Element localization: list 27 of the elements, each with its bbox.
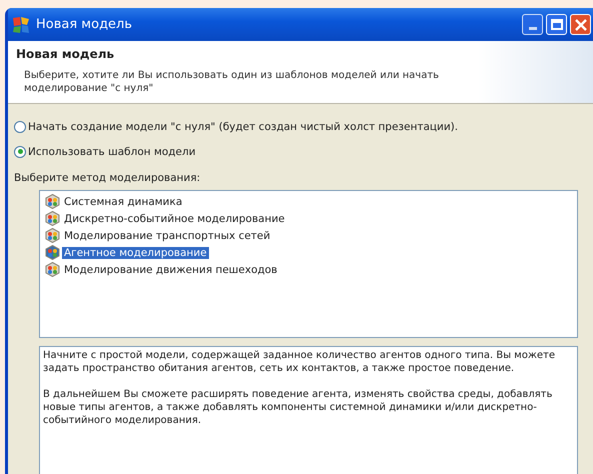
description-paragraph: В дальнейшем Вы сможете расширять поведение агента, изменять свойства среды, добавлять новые типы агентов, а также добавлять компоненты системной динамики и/или дискретно-событийного моделирования. <box>43 388 554 427</box>
close-icon <box>574 18 586 30</box>
maximize-icon <box>550 19 562 30</box>
maximize-button[interactable] <box>546 14 567 35</box>
cube-icon <box>45 211 60 226</box>
close-button[interactable] <box>570 14 591 35</box>
minimize-button[interactable] <box>522 14 543 35</box>
description-paragraph: Начните с простой модели, содержащей заданное количество агентов одного типа. Вы можете задать пространство обитания агентов, сеть их контактов, а также простое поведение. <box>43 349 556 375</box>
cube-icon <box>45 262 60 277</box>
radio-button[interactable] <box>14 120 26 132</box>
list-item[interactable]: Агентное моделирование <box>62 246 209 258</box>
minimize-icon <box>528 27 536 30</box>
list-item[interactable]: Дискретно-событийное моделирование <box>62 212 287 224</box>
window-title: Новая модель <box>36 17 134 32</box>
page-description: Выберите, хотите ли Вы использовать один из шаблонов моделей или начать моделирование "с нуля" <box>23 69 440 95</box>
list-item[interactable]: Моделирование движения пешеходов <box>62 264 280 276</box>
app-icon <box>12 16 30 34</box>
cube-icon <box>45 245 60 260</box>
list-item[interactable]: Моделирование транспортных сетей <box>62 230 272 242</box>
cube-icon <box>45 194 60 209</box>
list-label: Выберите метод моделирования: <box>14 172 202 184</box>
cube-icon <box>45 228 60 243</box>
radio-button[interactable] <box>14 146 26 158</box>
page-title: Новая модель <box>16 47 116 61</box>
radio-label[interactable]: Начать создание модели "с нуля" (будет создан чистый холст презентации). <box>28 120 458 132</box>
radio-label[interactable]: Использовать шаблон модели <box>28 146 196 158</box>
list-item[interactable]: Системная динамика <box>62 196 184 208</box>
